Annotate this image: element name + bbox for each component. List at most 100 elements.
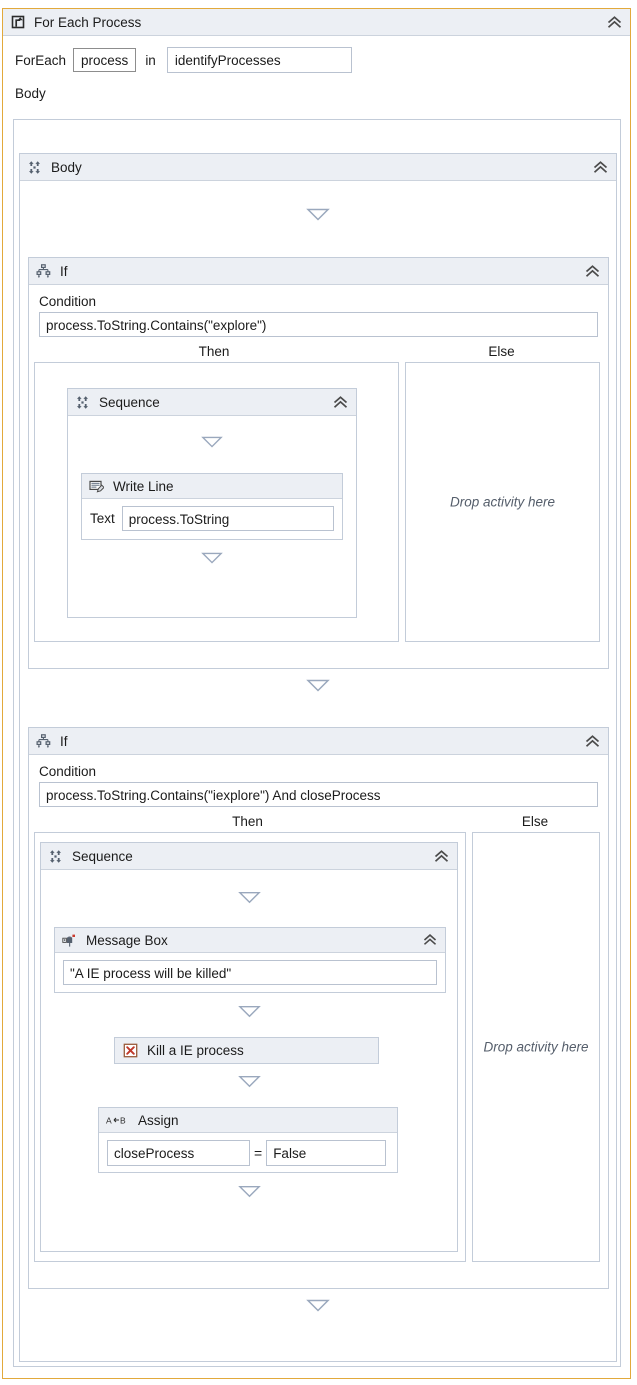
if1-then-label: Then [29,344,399,359]
write-line-text-input[interactable]: process.ToString [122,506,334,531]
if1-header[interactable]: If [29,258,608,285]
connector-slot[interactable] [20,181,616,221]
kill-process-title: Kill a IE process [147,1043,244,1058]
for-each-expression-row: ForEach process in identifyProcesses [3,36,630,76]
if2-condition-input[interactable]: process.ToString.Contains("iexplore") An… [39,782,598,807]
if2-branches: Sequence [29,832,608,1262]
if1-title: If [60,264,581,279]
svg-text:B: B [120,1116,126,1126]
if2-header[interactable]: If [29,728,608,755]
sequence1-title: Sequence [99,395,329,410]
body-section-label: Body [3,76,630,105]
connector-slot[interactable] [41,870,457,904]
if1-then-pane[interactable]: Sequence [34,362,399,642]
if1-condition-input[interactable]: process.ToString.Contains("explore") [39,312,598,337]
write-line-header[interactable]: Write Line [82,474,342,499]
assign-activity[interactable]: A B Assign closeProcess = [98,1107,398,1173]
sequence1-header[interactable]: Sequence [68,389,356,416]
collapse-icon[interactable] [603,12,625,32]
connector-slot[interactable] [68,552,356,564]
if-activity-2[interactable]: If Condition process.ToString.Contains("… [28,727,609,1289]
assign-expression-row: closeProcess = False [99,1133,397,1173]
if2-condition-label: Condition [29,755,608,782]
kill-process-activity[interactable]: Kill a IE process [114,1037,379,1064]
if-activity-1[interactable]: If Condition process.ToString.Contains("… [28,257,609,669]
assign-operator: = [254,1145,262,1161]
message-box-icon [62,933,77,948]
message-box-title: Message Box [86,933,419,948]
if-icon [36,734,51,749]
foreach-icon [10,14,26,30]
foreach-keyword-label: ForEach [15,53,66,68]
drop-connector-icon[interactable] [306,1299,330,1312]
if2-title: If [60,734,581,749]
drop-connector-icon[interactable] [238,1075,261,1088]
if1-else-label: Else [399,344,604,359]
message-box-text-row: "A IE process will be killed" [55,953,445,992]
drop-connector-icon[interactable] [306,679,330,692]
write-line-text-row: Text process.ToString [82,499,342,538]
if2-then-label: Then [29,814,466,829]
connector-slot[interactable] [41,1005,457,1018]
if-icon [36,264,51,279]
sequence-icon [75,395,90,410]
body-sequence-activity[interactable]: Body [19,153,617,1362]
sequence2-title: Sequence [72,849,430,864]
drop-connector-icon[interactable] [201,436,223,448]
message-box-activity[interactable]: Message Box "A IE proc [54,927,446,993]
connector-slot[interactable] [41,1185,457,1198]
sequence2-header[interactable]: Sequence [41,843,457,870]
for-each-process-activity[interactable]: For Each Process ForEach process in iden… [2,8,631,1379]
body-sequence-title: Body [51,160,589,175]
if2-then-pane[interactable]: Sequence [34,832,466,1262]
kill-process-icon [123,1043,138,1058]
for-each-header[interactable]: For Each Process [3,9,630,36]
item-variable-input[interactable]: process [73,48,136,72]
if2-else-label: Else [466,814,604,829]
if1-branches: Sequence [29,362,608,642]
collapse-icon[interactable] [430,846,452,866]
collapse-icon[interactable] [329,392,351,412]
collapse-icon[interactable] [581,731,603,751]
write-line-text-label: Text [90,511,115,526]
drop-connector-icon[interactable] [238,891,261,904]
assign-icon: A B [106,1114,132,1126]
if1-else-pane[interactable]: Drop activity here [405,362,600,642]
assign-header[interactable]: A B Assign [99,1108,397,1133]
connector-slot[interactable] [20,679,616,692]
sequence-icon [27,160,42,175]
for-each-body-container[interactable]: Body [13,119,621,1367]
write-line-icon [89,479,104,494]
assign-title: Assign [138,1113,393,1128]
message-box-text-input[interactable]: "A IE process will be killed" [63,960,437,985]
if2-else-pane[interactable]: Drop activity here [472,832,600,1262]
drop-connector-icon[interactable] [238,1185,261,1198]
sequence-icon [48,849,63,864]
drop-connector-icon[interactable] [238,1005,261,1018]
assign-value-input[interactable]: False [266,1140,386,1166]
write-line-title: Write Line [113,479,338,494]
in-keyword-label: in [145,53,156,68]
connector-slot[interactable] [20,1299,616,1312]
if1-condition-label: Condition [29,285,608,312]
write-line-activity[interactable]: Write Line Text process.ToString [81,473,343,540]
drop-connector-icon[interactable] [306,208,330,221]
for-each-title: For Each Process [34,15,603,30]
assign-to-input[interactable]: closeProcess [107,1140,250,1166]
if2-branch-labels: Then Else [29,814,608,829]
svg-text:A: A [106,1116,112,1126]
collapse-icon[interactable] [589,157,611,177]
connector-slot[interactable] [68,416,356,448]
connector-slot[interactable] [41,1075,457,1088]
message-box-header[interactable]: Message Box [55,928,445,953]
sequence-activity-2[interactable]: Sequence [40,842,458,1252]
body-sequence-header[interactable]: Body [20,154,616,181]
collapse-icon[interactable] [581,261,603,281]
if1-else-drop-hint: Drop activity here [406,495,599,510]
if2-else-drop-hint: Drop activity here [473,1040,599,1055]
drop-connector-icon[interactable] [201,552,223,564]
if1-branch-labels: Then Else [29,344,608,359]
sequence-activity-1[interactable]: Sequence [67,388,357,618]
collection-input[interactable]: identifyProcesses [167,47,352,73]
collapse-icon[interactable] [419,930,441,950]
